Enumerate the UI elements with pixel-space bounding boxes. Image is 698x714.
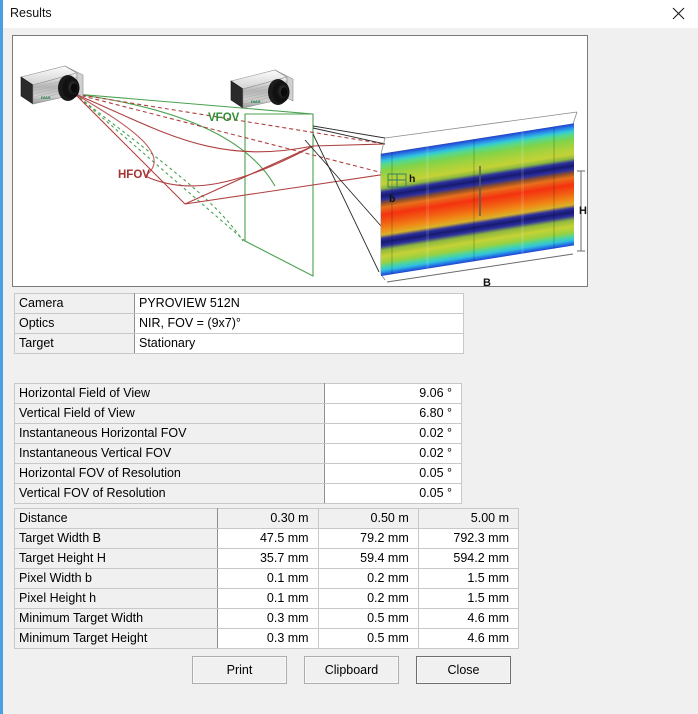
fov-label-vfov: Vertical Field of View	[14, 403, 325, 424]
dist-label-pixel-height: Pixel Height h	[13, 588, 219, 609]
dist-min-height-030: 0.3 mm	[217, 628, 319, 649]
dist-pixel-height-050: 0.2 mm	[317, 588, 419, 609]
dist-pixel-width-500: 1.5 mm	[417, 568, 520, 589]
close-icon[interactable]	[665, 2, 691, 24]
table-row: Pixel Height h 0.1 mm 0.2 mm 1.5 mm	[13, 588, 520, 609]
dist-target-width-500: 792.3 mm	[417, 528, 520, 549]
fov-label-vfov-res: Vertical FOV of Resolution	[14, 483, 325, 504]
title-bar: Results	[3, 0, 698, 28]
info-value-camera: PYROVIEW 512N	[134, 293, 464, 314]
dist-pixel-width-030: 0.1 mm	[217, 568, 319, 589]
distance-header-c2: 0.50 m	[317, 508, 419, 529]
distance-header-c1: 0.30 m	[217, 508, 319, 529]
table-row: Minimum Target Height 0.3 mm 0.5 mm 4.6 …	[13, 628, 520, 649]
close-button[interactable]: Close	[416, 656, 511, 684]
table-row: Instantaneous Horizontal FOV 0.02 °	[14, 423, 462, 444]
fov-label-hfov-res: Horizontal FOV of Resolution	[14, 463, 325, 484]
info-label-optics: Optics	[14, 313, 135, 334]
table-row: Instantaneous Vertical FOV 0.02 °	[14, 443, 462, 464]
dist-target-height-030: 35.7 mm	[217, 548, 319, 569]
table-row: Optics NIR, FOV = (9x7)°	[14, 313, 464, 334]
dist-label-min-target-height: Minimum Target Height	[13, 628, 219, 649]
print-button[interactable]: Print	[192, 656, 287, 684]
info-value-optics: NIR, FOV = (9x7)°	[134, 313, 464, 334]
fov-value-vfov: 6.80 °	[324, 403, 462, 424]
fov-label-ihfov: Instantaneous Horizontal FOV	[14, 423, 325, 444]
fov-label-ivfov: Instantaneous Vertical FOV	[14, 443, 325, 464]
table-row: Minimum Target Width 0.3 mm 0.5 mm 4.6 m…	[13, 608, 520, 629]
table-row: Camera PYROVIEW 512N	[14, 293, 464, 314]
table-row: Pixel Width b 0.1 mm 0.2 mm 1.5 mm	[13, 568, 520, 589]
svg-text:DIAS: DIAS	[41, 95, 51, 100]
distance-table: Distance 0.30 m 0.50 m 5.00 m Target Wid…	[13, 508, 520, 649]
dist-pixel-width-050: 0.2 mm	[317, 568, 419, 589]
fov-value-ivfov: 0.02 °	[324, 443, 462, 464]
dist-pixel-height-030: 0.1 mm	[217, 588, 319, 609]
target-height-label: H	[579, 205, 587, 217]
hfov-label: HFOV	[118, 169, 150, 181]
dist-target-height-050: 59.4 mm	[317, 548, 419, 569]
window-title: Results	[10, 6, 52, 20]
table-row: Target Stationary	[14, 333, 464, 354]
dist-label-target-width: Target Width B	[13, 528, 219, 549]
fov-value-ihfov: 0.02 °	[324, 423, 462, 444]
dist-target-width-050: 79.2 mm	[317, 528, 419, 549]
fov-value-hfov-res: 0.05 °	[324, 463, 462, 484]
dist-min-height-500: 4.6 mm	[417, 628, 520, 649]
dist-label-min-target-width: Minimum Target Width	[13, 608, 219, 629]
fov-value-hfov: 9.06 °	[324, 383, 462, 404]
fov-label-hfov: Horizontal Field of View	[14, 383, 325, 404]
fov-diagram: DIAS DIAS VFOV HFOV h b H B	[13, 36, 587, 286]
table-header-row: Distance 0.30 m 0.50 m 5.00 m	[13, 508, 520, 529]
fov-diagram-panel: DIAS DIAS VFOV HFOV h b H B	[12, 35, 588, 287]
info-label-target: Target	[14, 333, 135, 354]
dist-min-width-500: 4.6 mm	[417, 608, 520, 629]
dist-label-pixel-width: Pixel Width b	[13, 568, 219, 589]
table-row: Horizontal Field of View 9.06 °	[14, 383, 462, 404]
table-row: Vertical FOV of Resolution 0.05 °	[14, 483, 462, 504]
table-row: Horizontal FOV of Resolution 0.05 °	[14, 463, 462, 484]
results-dialog: Results DIAS DIAS VFOV HFOV h b H B Came…	[0, 0, 698, 714]
dist-label-target-height: Target Height H	[13, 548, 219, 569]
table-row: Target Height H 35.7 mm 59.4 mm 594.2 mm	[13, 548, 520, 569]
distance-header-c3: 5.00 m	[417, 508, 520, 529]
camera-info-table: Camera PYROVIEW 512N Optics NIR, FOV = (…	[14, 293, 464, 354]
fov-table: Horizontal Field of View 9.06 ° Vertical…	[14, 383, 462, 504]
pixel-width-label: b	[389, 193, 395, 205]
info-value-target: Stationary	[134, 333, 464, 354]
info-label-camera: Camera	[14, 293, 135, 314]
dialog-button-row: Print Clipboard Close	[3, 656, 698, 686]
pixel-height-label: h	[409, 173, 415, 185]
svg-text:DIAS: DIAS	[251, 99, 261, 104]
target-width-label: B	[483, 277, 491, 286]
dist-target-height-500: 594.2 mm	[417, 548, 520, 569]
dist-min-height-050: 0.5 mm	[317, 628, 419, 649]
dist-min-width-050: 0.5 mm	[317, 608, 419, 629]
dist-min-width-030: 0.3 mm	[217, 608, 319, 629]
clipboard-button[interactable]: Clipboard	[304, 656, 399, 684]
fov-value-vfov-res: 0.05 °	[324, 483, 462, 504]
dist-pixel-height-500: 1.5 mm	[417, 588, 520, 609]
dist-target-width-030: 47.5 mm	[217, 528, 319, 549]
table-row: Vertical Field of View 6.80 °	[14, 403, 462, 424]
distance-header-label: Distance	[13, 508, 219, 529]
table-row: Target Width B 47.5 mm 79.2 mm 792.3 mm	[13, 528, 520, 549]
vfov-label: VFOV	[208, 112, 240, 124]
